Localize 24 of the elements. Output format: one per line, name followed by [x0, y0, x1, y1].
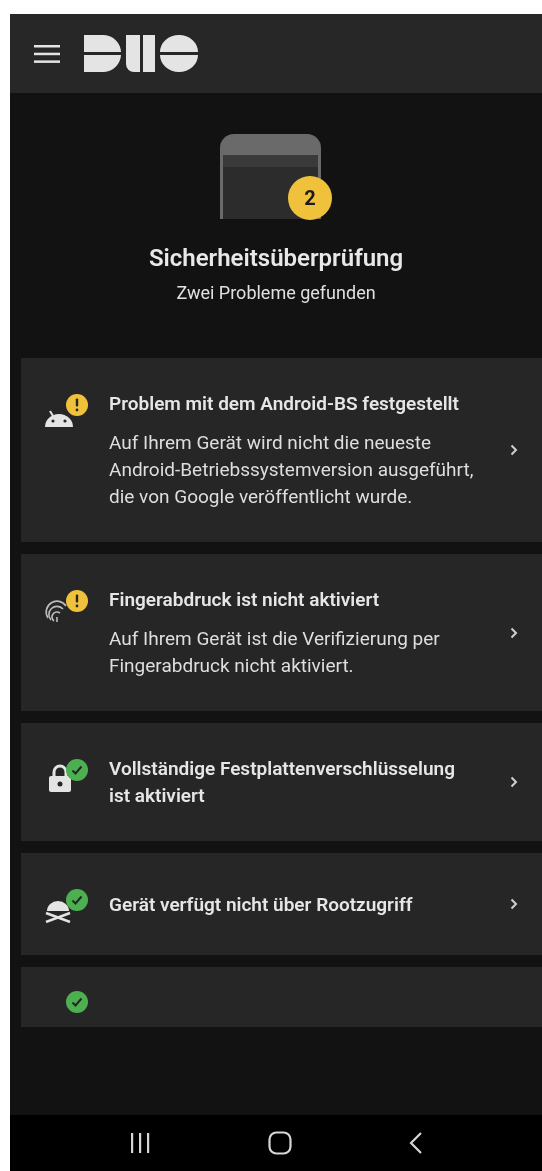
chevron-right-icon [510, 898, 518, 910]
page-subtitle: Zwei Probleme gefunden [176, 281, 376, 305]
check-title: Vollständige Festplattenverschlüsselung ist aktiviert [109, 756, 456, 809]
menu-icon[interactable] [34, 44, 60, 63]
page-title: Sicherheitsüberprüfung [148, 243, 404, 274]
check-title: Problem mit dem Android-BS festgestellt [109, 391, 460, 417]
chevron-right-icon [510, 444, 518, 456]
home-icon[interactable] [268, 1131, 292, 1155]
check-title: Gerät verfügt nicht über Rootzugriff [109, 891, 414, 918]
security-check-card[interactable]: Vollständige Festplattenverschlüsselung ist aktiviert [21, 723, 542, 841]
android-icon [44, 408, 74, 428]
security-check-card[interactable]: Problem mit dem Android-BS festgestellt Auf Ihrem Gerät wird nicht die neueste Android-Betriebssystemversion ausgeführt, die von Google veröffentlicht wurde. [21, 358, 542, 542]
chevron-right-icon [510, 776, 518, 788]
security-check-card[interactable]: Fingerabdruck ist nicht aktiviert Auf Ihrem Gerät ist die Verifizierung per Fingerabdruck nicht aktiviert. [21, 554, 542, 711]
padlock-icon [48, 763, 72, 793]
chevron-right-icon [510, 626, 518, 639]
fingerprint-icon [44, 598, 70, 624]
recent-apps-icon[interactable] [128, 1132, 151, 1154]
back-icon[interactable] [409, 1131, 424, 1155]
check-description: Auf Ihrem Gerät wird nicht die neueste Android-Betriebssystemversion ausgeführt, die von Google veröffentlicht wurde. [109, 430, 475, 510]
check-description: Auf Ihrem Gerät ist die Verifizierung per Fingerabdruck nicht aktiviert. [109, 626, 441, 679]
security-check-card[interactable] [21, 967, 542, 1027]
check-title: Fingerabdruck ist nicht aktiviert [109, 587, 381, 613]
security-check-card[interactable]: Gerät verfügt nicht über Rootzugriff [21, 853, 542, 955]
